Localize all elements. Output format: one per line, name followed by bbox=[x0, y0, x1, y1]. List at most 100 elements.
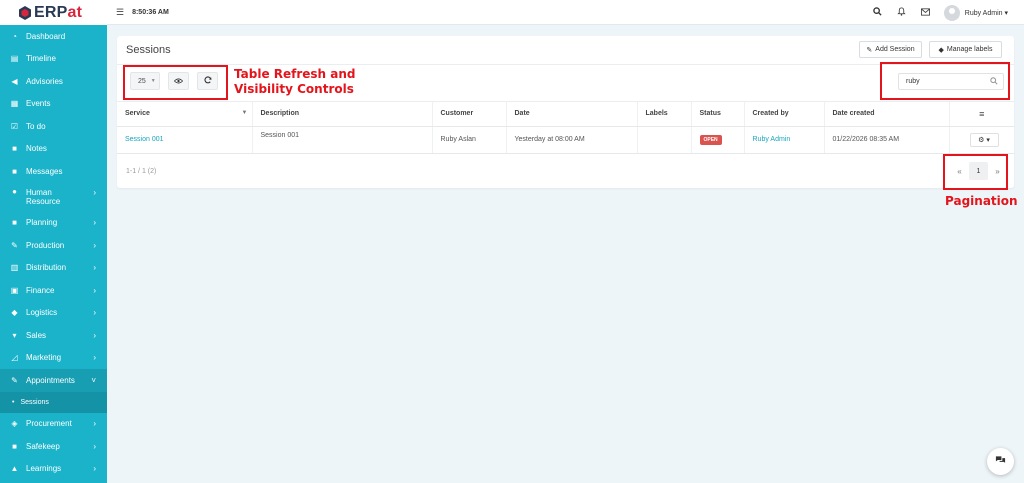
column-header-created-by[interactable]: Created by bbox=[744, 102, 825, 127]
sidebar-subitem-sessions[interactable]: • Sessions bbox=[0, 391, 107, 413]
description-cell: Session 001 bbox=[252, 126, 433, 154]
users-icon: ● bbox=[12, 187, 17, 196]
sidebar-item-learnings[interactable]: ▲ Learnings › bbox=[0, 458, 107, 481]
sidebar-item-advisories[interactable]: ◀ Advisories bbox=[0, 70, 107, 93]
sessions-table: Service ▼ Description Customer Date Label… bbox=[117, 102, 1014, 154]
sidebar-item-planning[interactable]: ■ Planning › bbox=[0, 212, 107, 235]
status-badge: OPEN bbox=[699, 135, 722, 145]
sidebar-item-to-do[interactable]: ☑ To do bbox=[0, 115, 107, 138]
annotation-box-table-controls bbox=[123, 65, 228, 100]
sidebar-item-label: Events bbox=[26, 99, 51, 109]
row-options-button[interactable]: ⚙ ▾ bbox=[969, 132, 999, 147]
mail-icon[interactable] bbox=[914, 7, 938, 18]
column-menu-icon[interactable]: ≡ bbox=[949, 102, 1014, 127]
chat-button[interactable] bbox=[987, 448, 1014, 475]
column-header-description[interactable]: Description bbox=[252, 102, 433, 127]
sidebar-item-timeline[interactable]: ▤ Timeline bbox=[0, 48, 107, 71]
sidebar-item-label: To do bbox=[26, 121, 46, 131]
bullet-icon: • bbox=[12, 398, 15, 406]
sidebar: ERPat ◔ Dashboard ▤ Timeline ◀ Advisories ▦ Eve… bbox=[0, 0, 107, 483]
annotation-box-search bbox=[880, 62, 1010, 100]
chevron-icon: › bbox=[93, 263, 96, 273]
add-session-button[interactable]: ✎ Add Session bbox=[859, 41, 922, 58]
avatar[interactable] bbox=[943, 4, 960, 21]
sidebar-item-label: Finance bbox=[26, 285, 55, 295]
sidebar-item-logistics[interactable]: ◆ Logistics › bbox=[0, 302, 107, 325]
user-menu[interactable]: Ruby Admin ▾ bbox=[965, 9, 1008, 17]
sidebar-item-label: Marketing bbox=[26, 353, 62, 363]
sidebar-item-messages[interactable]: ■ Messages bbox=[0, 160, 107, 183]
column-header-labels[interactable]: Labels bbox=[637, 102, 692, 127]
sort-caret-icon: ▼ bbox=[241, 110, 248, 117]
briefcase-icon: ■ bbox=[12, 218, 17, 228]
column-header-status[interactable]: Status bbox=[691, 102, 745, 127]
calendar-icon: ▦ bbox=[10, 99, 19, 109]
customer-cell: Ruby Aslan bbox=[432, 126, 507, 154]
manage-labels-button[interactable]: ◆ Manage labels bbox=[929, 41, 1002, 58]
created-by-link[interactable]: Ruby Admin bbox=[753, 136, 791, 143]
cubes-icon: ◈ bbox=[11, 419, 18, 429]
sidebar-item-notes[interactable]: ■ Notes bbox=[0, 138, 107, 161]
chart-icon: ◿ bbox=[11, 353, 18, 363]
chevron-icon: › bbox=[93, 441, 96, 451]
sidebar-item-finance[interactable]: ▣ Finance › bbox=[0, 279, 107, 302]
chevron-icon: › bbox=[93, 330, 96, 340]
sidebar-item-distribution[interactable]: ▥ Distribution › bbox=[0, 257, 107, 280]
sidebar-item-label: Messages bbox=[26, 166, 63, 176]
sidebar-item-label: Appointments bbox=[26, 375, 75, 385]
column-header-date-created[interactable]: Date created bbox=[824, 102, 950, 127]
chevron-icon: › bbox=[93, 419, 96, 429]
money-icon: ▣ bbox=[10, 285, 19, 295]
sidebar-item-appointments[interactable]: ✎ Appointments ˅ bbox=[0, 369, 107, 392]
graduation-icon: ▲ bbox=[10, 464, 19, 474]
pagination-info: 1-1 / 1 (2) bbox=[126, 168, 157, 175]
logo[interactable]: ERPat bbox=[0, 0, 107, 25]
page-title: Sessions bbox=[126, 44, 171, 56]
annotation-table-controls: Table Refresh and Visibility Controls bbox=[234, 67, 356, 96]
tag-icon: ◆ bbox=[938, 46, 944, 54]
annotation-box-pagination bbox=[943, 154, 1008, 190]
column-header-date[interactable]: Date bbox=[506, 102, 638, 127]
safe-icon: ■ bbox=[12, 441, 17, 451]
chevron-icon: ˅ bbox=[91, 375, 96, 385]
clock: 8:50:36 AM bbox=[132, 8, 169, 16]
sidebar-item-dashboard[interactable]: ◔ Dashboard bbox=[0, 25, 107, 48]
sessions-card: Sessions ✎ Add Session ◆ Manage labels 25 ▼… bbox=[117, 36, 1014, 188]
bell-icon[interactable] bbox=[890, 7, 914, 18]
chevron-icon: › bbox=[93, 240, 96, 250]
sidebar-item-label: Distribution bbox=[26, 263, 67, 273]
sidebar-item-human-resource[interactable]: ● Human Resource › bbox=[0, 183, 107, 212]
sidebar-item-events[interactable]: ▦ Events bbox=[0, 93, 107, 116]
chevron-icon: › bbox=[93, 464, 96, 474]
timeline-icon: ▤ bbox=[10, 54, 19, 64]
table-header-row: Service ▼ Description Customer Date Label… bbox=[117, 102, 1014, 127]
topbar: ☰ 8:50:36 AM Ruby Admin ▾ bbox=[107, 0, 1024, 25]
column-header-service[interactable]: Service ▼ bbox=[117, 102, 253, 127]
pencil-icon: ✎ bbox=[866, 46, 873, 54]
labels-cell bbox=[637, 126, 692, 154]
gears-icon: ⚙ bbox=[978, 136, 985, 144]
chevron-icon: › bbox=[93, 285, 96, 295]
sidebar-item-marketing[interactable]: ◿ Marketing › bbox=[0, 347, 107, 370]
date-created-cell: 01/22/2026 08:35 AM bbox=[824, 126, 950, 154]
sidebar-item-label: Learnings bbox=[26, 464, 62, 474]
sidebar-item-sales[interactable]: ▾ Sales › bbox=[0, 324, 107, 347]
service-link[interactable]: Session 001 bbox=[125, 136, 164, 143]
logo-text: ERPat bbox=[34, 3, 83, 21]
sidebar-item-label: Dashboard bbox=[26, 31, 66, 41]
cart-icon: ▾ bbox=[12, 330, 17, 340]
sidebar-item-label: Sales bbox=[26, 330, 47, 340]
sidebar-item-safekeep[interactable]: ■ Safekeep › bbox=[0, 435, 107, 458]
sidebar-item-label: Procurement bbox=[26, 419, 72, 429]
chevron-icon: › bbox=[93, 218, 96, 228]
sidebar-item-production[interactable]: ✎ Production › bbox=[0, 234, 107, 257]
search-icon[interactable] bbox=[866, 7, 890, 18]
sidebar-item-procurement[interactable]: ◈ Procurement › bbox=[0, 413, 107, 436]
menu-icon[interactable]: ☰ bbox=[116, 7, 124, 18]
dashboard-icon: ◔ bbox=[12, 31, 17, 41]
sidebar-item-label: Production bbox=[26, 240, 65, 250]
column-header-customer[interactable]: Customer bbox=[432, 102, 507, 127]
megaphone-icon: ◀ bbox=[11, 76, 18, 86]
chevron-icon: › bbox=[93, 187, 96, 197]
messages-icon: ■ bbox=[12, 166, 17, 176]
